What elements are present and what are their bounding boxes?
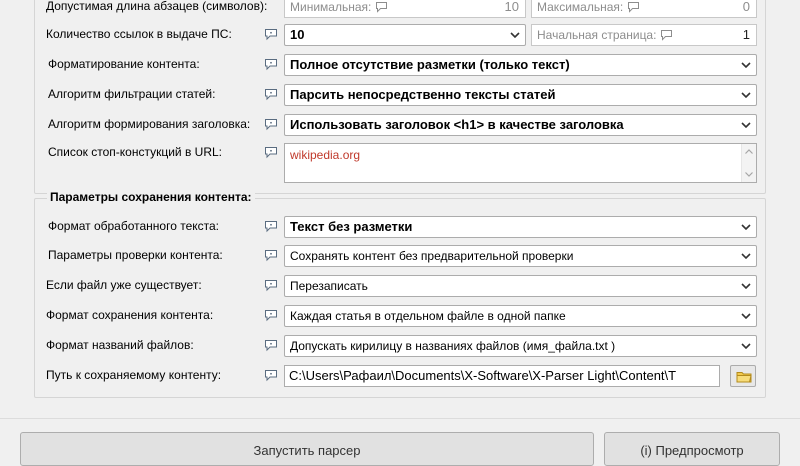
content-path-value: C:\Users\Рафаил\Documents\X-Software\X-P… <box>289 368 677 383</box>
file-exists-value: Перезаписать <box>290 279 368 293</box>
save-format-label: Формат сохранения контента: <box>46 308 214 322</box>
paragraph-max-placeholder: Максимальная: <box>537 0 624 14</box>
speech-bubble-icon[interactable] <box>264 146 278 159</box>
start-page-placeholder: Начальная страница: <box>537 28 657 42</box>
speech-bubble-icon[interactable] <box>264 88 278 101</box>
title-algorithm-row: Алгоритм формирования заголовка: Использ… <box>0 114 800 136</box>
speech-bubble-icon <box>660 30 672 41</box>
filename-format-select[interactable]: Допускать кирилицу в названиях файлов (и… <box>284 335 757 357</box>
start-parser-label: Запустить парсер <box>253 443 361 458</box>
speech-bubble-icon[interactable] <box>264 339 278 352</box>
folder-icon <box>736 372 752 383</box>
content-path-input[interactable]: C:\Users\Рафаил\Documents\X-Software\X-P… <box>284 365 720 387</box>
save-format-select[interactable]: Каждая статья в отдельном файле в одной … <box>284 305 757 327</box>
paragraph-max-value: 0 <box>742 0 750 14</box>
links-count-label: Количество ссылок в выдаче ПС: <box>46 27 232 41</box>
check-params-row: Параметры проверки контента: Сохранять к… <box>0 245 800 267</box>
chevron-down-icon <box>741 92 751 98</box>
start-page-value: 1 <box>742 27 750 42</box>
formatting-select[interactable]: Полное отсутствие разметки (только текст… <box>284 54 757 76</box>
speech-bubble-icon[interactable] <box>264 369 278 382</box>
chevron-down-icon <box>741 313 751 319</box>
speech-bubble-icon[interactable] <box>264 28 278 41</box>
filter-algorithm-select[interactable]: Парсить непосредственно тексты статей <box>284 84 757 106</box>
formatting-label: Форматирование контента: <box>48 57 200 71</box>
speech-bubble-icon <box>627 2 639 13</box>
text-format-label: Формат обработанного текста: <box>48 219 220 233</box>
filter-algorithm-value: Парсить непосредственно тексты статей <box>290 87 556 102</box>
chevron-down-icon <box>741 343 751 349</box>
speech-bubble-icon[interactable] <box>264 220 278 233</box>
file-exists-row: Если файл уже существует: Перезаписать <box>0 275 800 297</box>
preview-label: (i) Предпросмотр <box>640 443 744 458</box>
save-format-value: Каждая статья в отдельном файле в одной … <box>290 309 566 323</box>
preview-button[interactable]: (i) Предпросмотр <box>604 432 780 466</box>
speech-bubble-icon[interactable] <box>264 309 278 322</box>
speech-bubble-icon[interactable] <box>264 118 278 131</box>
bottom-separator <box>0 418 800 419</box>
stop-constructs-value: wikipedia.org <box>290 148 361 162</box>
filter-algorithm-label: Алгоритм фильтрации статей: <box>48 87 216 101</box>
links-count-select[interactable]: 10 <box>284 24 526 46</box>
title-algorithm-value: Использовать заголовок <h1> в качестве з… <box>290 117 624 132</box>
check-params-value: Сохранять контент без предварительной пр… <box>290 249 574 263</box>
filename-format-label: Формат названий файлов: <box>46 338 194 352</box>
start-page-field[interactable]: Начальная страница: 1 <box>531 24 757 46</box>
title-algorithm-label: Алгоритм формирования заголовка: <box>48 117 251 131</box>
filename-format-value: Допускать кирилицу в названиях файлов (и… <box>290 339 616 353</box>
start-parser-button[interactable]: Запустить парсер <box>20 432 594 466</box>
filter-algorithm-row: Алгоритм фильтрации статей: Парсить непо… <box>0 84 800 106</box>
formatting-value: Полное отсутствие разметки (только текст… <box>290 57 570 72</box>
content-path-label: Путь к сохраняемому контенту: <box>46 368 222 382</box>
links-count-value: 10 <box>290 27 305 42</box>
links-count-row: Количество ссылок в выдаче ПС: 10 Началь… <box>0 24 800 46</box>
check-params-label: Параметры проверки контента: <box>48 248 223 262</box>
speech-bubble-icon <box>375 2 387 13</box>
paragraph-length-label: Допустимая длина абзацев (символов): <box>46 0 268 13</box>
stop-constructs-label: Список стоп-констукций в URL: <box>48 145 223 159</box>
text-format-row: Формат обработанного текста: Текст без р… <box>0 216 800 238</box>
speech-bubble-icon[interactable] <box>264 249 278 262</box>
stop-constructs-textarea[interactable]: wikipedia.org <box>284 143 757 183</box>
browse-folder-button[interactable] <box>730 365 756 387</box>
text-format-select[interactable]: Текст без разметки <box>284 216 757 238</box>
stop-constructs-row: Список стоп-констукций в URL: wikipedia.… <box>0 143 800 185</box>
text-format-value: Текст без разметки <box>290 219 413 234</box>
textarea-scrollbar[interactable] <box>741 144 756 182</box>
chevron-down-icon <box>741 62 751 68</box>
paragraph-max-field[interactable]: Максимальная: 0 <box>531 0 757 18</box>
paragraph-min-placeholder: Минимальная: <box>290 0 372 14</box>
save-format-row: Формат сохранения контента: Каждая стать… <box>0 305 800 327</box>
scroll-down-icon[interactable] <box>745 172 753 177</box>
chevron-down-icon <box>741 283 751 289</box>
chevron-down-icon <box>741 122 751 128</box>
file-exists-select[interactable]: Перезаписать <box>284 275 757 297</box>
chevron-down-icon <box>741 224 751 230</box>
title-algorithm-select[interactable]: Использовать заголовок <h1> в качестве з… <box>284 114 757 136</box>
paragraph-length-row: Допустимая длина абзацев (символов): Мин… <box>0 0 800 18</box>
scroll-up-icon[interactable] <box>745 149 753 154</box>
paragraph-min-field[interactable]: Минимальная: 10 <box>284 0 526 18</box>
content-path-row: Путь к сохраняемому контенту: C:\Users\Р… <box>0 365 800 387</box>
file-exists-label: Если файл уже существует: <box>46 278 202 292</box>
formatting-row: Форматирование контента: Полное отсутств… <box>0 54 800 76</box>
paragraph-min-value: 10 <box>504 0 519 14</box>
check-params-select[interactable]: Сохранять контент без предварительной пр… <box>284 245 757 267</box>
save-settings-title: Параметры сохранения контента: <box>47 190 255 204</box>
chevron-down-icon <box>510 32 520 38</box>
filename-format-row: Формат названий файлов: Допускать кирили… <box>0 335 800 357</box>
chevron-down-icon <box>741 253 751 259</box>
speech-bubble-icon[interactable] <box>264 58 278 71</box>
speech-bubble-icon[interactable] <box>264 279 278 292</box>
